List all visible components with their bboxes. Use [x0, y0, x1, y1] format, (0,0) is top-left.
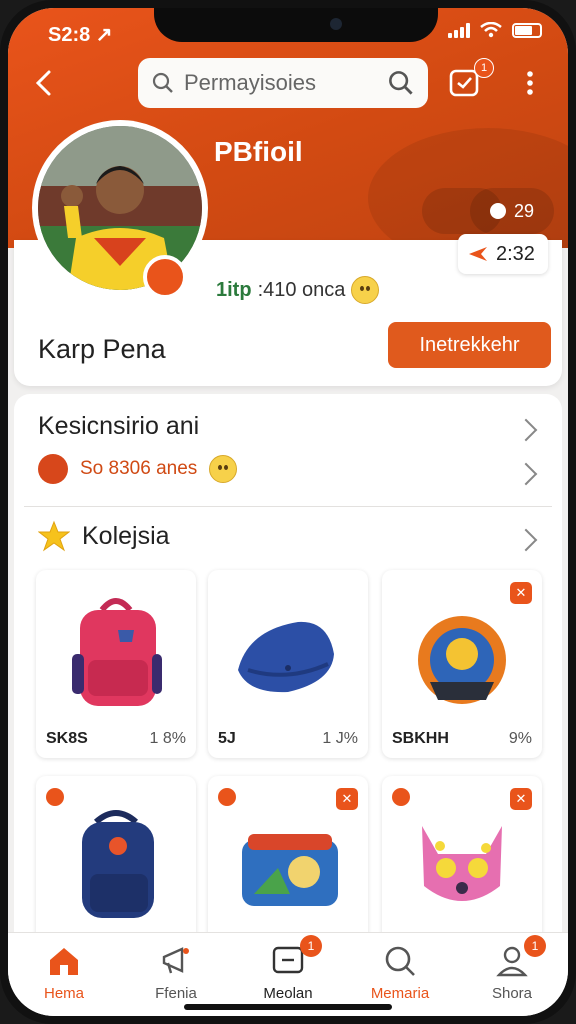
pink-backpack-icon: [72, 598, 162, 706]
nav-label: Memaria: [370, 985, 430, 1002]
collection-header[interactable]: Kolejsia: [38, 520, 170, 552]
item-value: 1 8%: [149, 730, 186, 747]
search-submit-icon[interactable]: [388, 70, 414, 96]
timer-chip[interactable]: 2:32: [458, 234, 548, 274]
collection-item[interactable]: ✕ SBKHH 9%: [382, 570, 542, 758]
search-bar[interactable]: Permayisoies: [138, 58, 428, 108]
screen: S2:8 ↗ Permayisoies 1 PBfioil 29 2:32 1i…: [8, 8, 568, 1016]
header-stat-value: 29: [513, 200, 535, 221]
item-value: 9%: [508, 730, 532, 747]
navy-backpack-icon: [82, 810, 154, 918]
megaphone-icon: [162, 947, 189, 974]
nav-badge: 1: [524, 935, 546, 957]
camera: [330, 18, 342, 30]
plane-icon: [469, 247, 487, 261]
item-label: 5J: [218, 730, 236, 747]
profile-name: Karp Pena: [38, 334, 166, 364]
divider: [24, 506, 552, 507]
profile-stats: 1itp :410 onca: [216, 276, 380, 304]
nav-profile[interactable]: 1 Shora: [456, 933, 568, 1016]
collection-item[interactable]: 5J 1 J%: [208, 570, 368, 758]
search-placeholder: Permayisoies: [184, 70, 317, 95]
activity-row[interactable]: So 8306 anes: [38, 454, 238, 484]
blue-hat-icon: [238, 621, 334, 693]
home-icon: [50, 948, 78, 975]
smile-emoji-icon: [351, 276, 380, 304]
collection-item[interactable]: SK8S 1 8%: [36, 570, 196, 758]
smile-emoji-icon: [209, 455, 238, 483]
battery-icon: [512, 22, 542, 38]
nav-label: Meolan: [263, 985, 313, 1002]
header-stat-pill[interactable]: 29: [470, 188, 554, 234]
avatar-badge-icon: [143, 255, 187, 299]
inbox-badge: 1: [474, 58, 494, 78]
signal-icon: [448, 22, 470, 38]
blob-icon: [489, 203, 506, 219]
sad-emoji-icon: [38, 454, 68, 484]
item-label: SBKHH: [392, 730, 449, 747]
activity-subtitle: So 8306 anes: [80, 458, 198, 479]
search-icon: [385, 946, 415, 976]
nav-label: Ffenia: [155, 985, 197, 1002]
nav-badge: 1: [300, 935, 322, 957]
star-icon: [38, 520, 70, 552]
item-value: 1 J%: [322, 730, 358, 747]
nav-label: Shora: [491, 985, 533, 1002]
stats-text: :410 onca: [257, 278, 346, 301]
activity-title[interactable]: Kesicnsirio ani: [38, 412, 199, 441]
phone-frame: S2:8 ↗ Permayisoies 1 PBfioil 29 2:32 1i…: [0, 0, 576, 1024]
nav-home[interactable]: Hema: [8, 933, 120, 1016]
home-indicator: [184, 1004, 392, 1010]
cat-mask-icon: [422, 826, 502, 901]
status-time: S2:8 ↗: [48, 24, 113, 46]
more-icon[interactable]: [518, 68, 542, 98]
timer-value: 2:32: [496, 242, 535, 265]
round-bag-icon: [418, 616, 506, 704]
nav-label: Hema: [43, 985, 84, 1002]
notch: [154, 8, 438, 42]
status-icons: [448, 22, 542, 38]
profile-title: PBfioil: [214, 136, 303, 167]
item-label: SK8S: [46, 730, 88, 747]
top-bar: Permayisoies 1: [8, 56, 568, 112]
search-icon: [152, 72, 173, 93]
back-arrow-icon[interactable]: [30, 68, 60, 98]
printed-bag-icon: [242, 834, 338, 906]
profile-action-button[interactable]: Inetrekkehr: [388, 322, 551, 368]
stats-highlight: 1itp: [216, 278, 252, 301]
collection-title: Kolejsia: [82, 521, 170, 550]
wifi-icon: [480, 22, 502, 38]
